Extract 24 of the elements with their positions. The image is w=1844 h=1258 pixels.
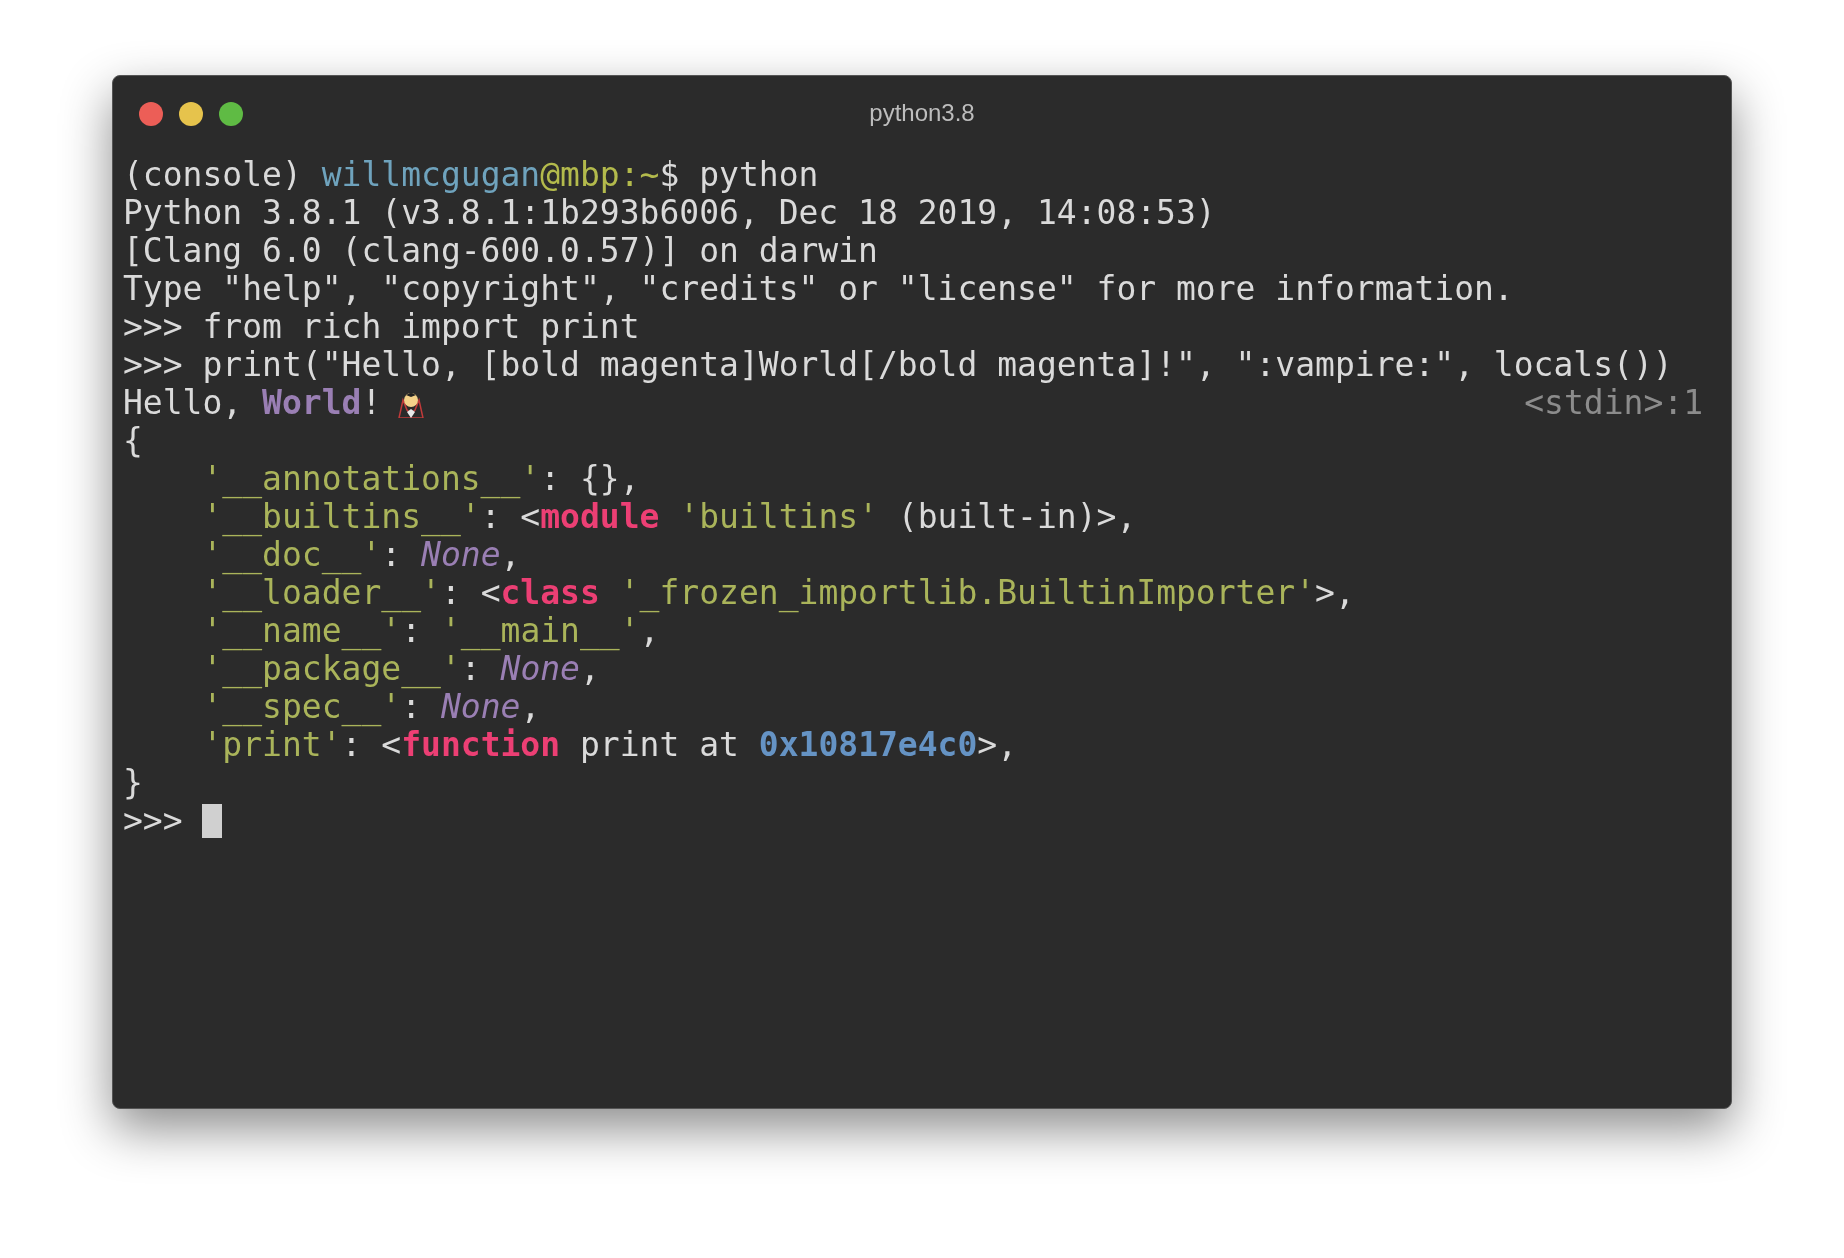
prompt-text: >>> <box>123 802 184 840</box>
zoom-button[interactable] <box>219 102 243 126</box>
terminal-line: (console) willmcgugan@mbp:~$ python <box>123 156 820 194</box>
terminal-line: 'print': <function print at 0x10817e4c0>, <box>201 726 1019 764</box>
output-text: Hello, World! <box>123 384 382 422</box>
minimize-button[interactable] <box>179 102 203 126</box>
terminal-line: '__annotations__': {}, <box>201 460 641 498</box>
terminal-line: >>> from rich import print <box>123 308 641 346</box>
terminal-line: '__name__': '__main__', <box>201 612 660 650</box>
terminal-line: [Clang 6.0 (clang-600.0.57)] on darwin <box>123 232 879 270</box>
source-location: <stdin>:1 <box>1524 384 1703 422</box>
terminal-line: { <box>123 422 144 460</box>
terminal-line: >>> print("Hello, [bold magenta]World[/bold magenta]!", ":vampire:", locals()) <box>123 346 1674 384</box>
window-title: python3.8 <box>869 99 975 127</box>
close-button[interactable] <box>139 102 163 126</box>
terminal-line: Python 3.8.1 (v3.8.1:1b293b6006, Dec 18 2019, 14:08:53) <box>123 194 1217 232</box>
terminal-line: } <box>123 764 144 802</box>
text-cursor <box>202 804 223 838</box>
terminal-line: '__loader__': <class '_frozen_importlib.BuiltinImporter'>, <box>201 574 1356 612</box>
terminal-line: Type "help", "copyright", "credits" or "license" for more information. <box>123 270 1515 308</box>
terminal-line: '__package__': None, <box>201 650 600 688</box>
terminal-line: '__doc__': None, <box>201 536 522 574</box>
terminal-line: '__spec__': None, <box>201 688 542 726</box>
terminal-line: '__builtins__': <module 'builtins' (built-in)>, <box>201 498 1138 536</box>
